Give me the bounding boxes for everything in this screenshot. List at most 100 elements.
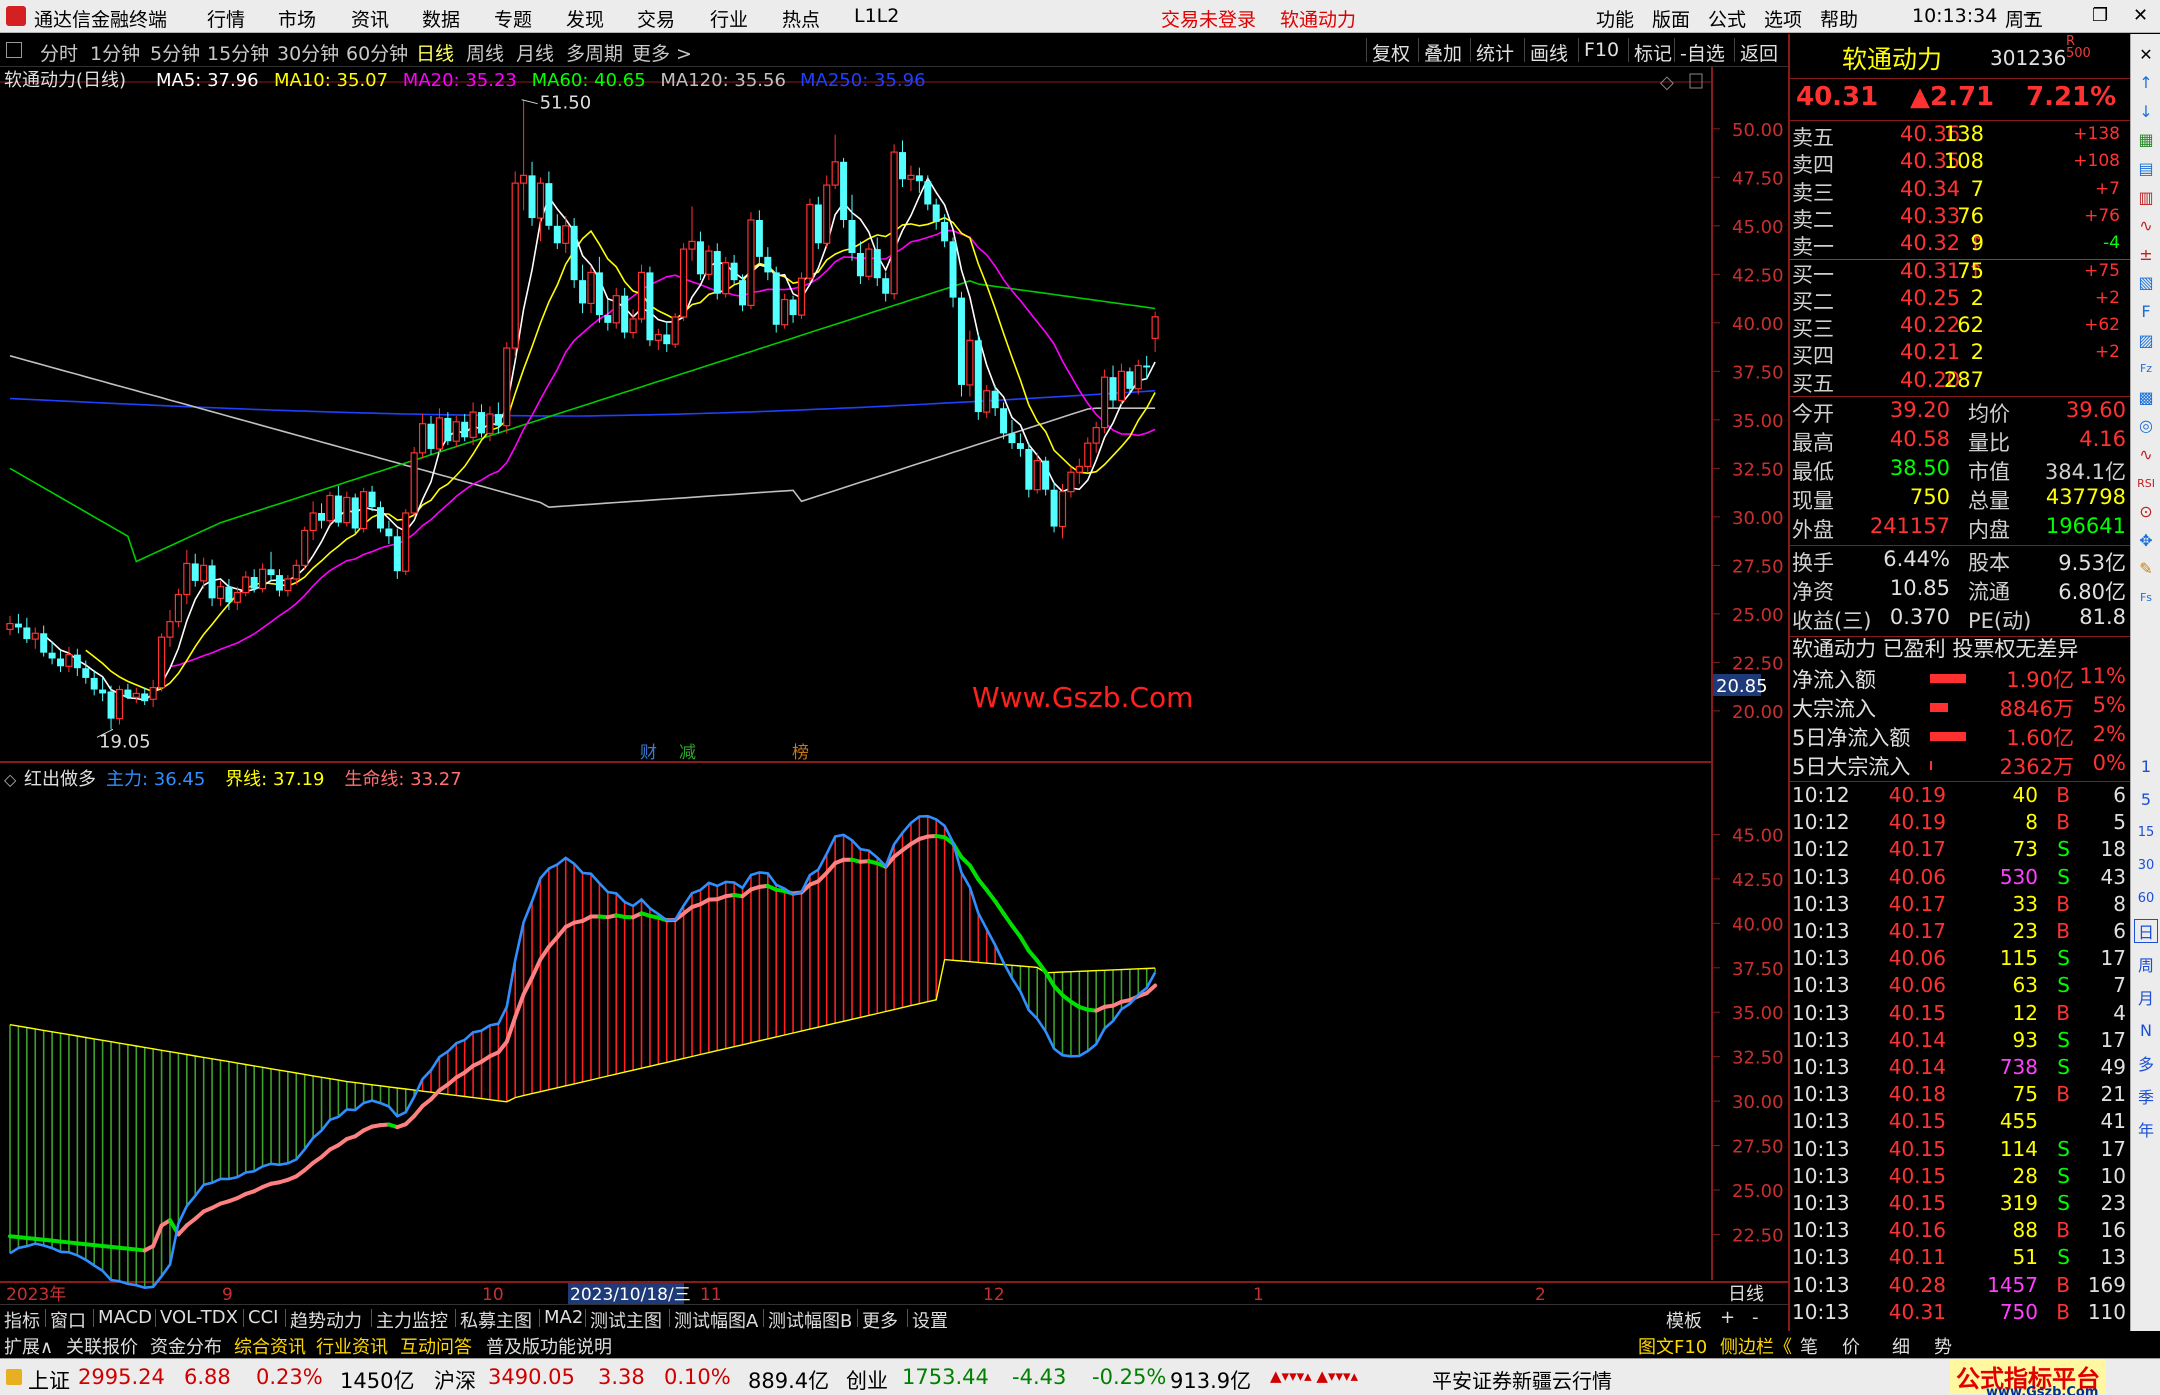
ma20-line <box>169 229 1156 668</box>
info-tabs: 扩展∧ 关联报价 资金分布 综合资讯 行业资讯 互动问答 普及版功能说明 图文F10 侧边栏《笔… <box>0 1331 2160 1359</box>
tab-11[interactable]: 测试幅图B <box>768 1307 852 1333</box>
close-icon[interactable]: ✕ <box>2133 5 2148 26</box>
tab-7[interactable]: 私募主图 <box>460 1307 532 1333</box>
tab-10[interactable]: 测试幅图A <box>674 1307 758 1333</box>
index-name-1[interactable]: 沪深 <box>434 1365 476 1395</box>
side-tool-9-icon[interactable]: F <box>2134 299 2158 323</box>
info-tab-right-3[interactable]: 价 <box>1842 1333 1860 1359</box>
tick-vol-3: 530 <box>1999 864 2038 889</box>
tab-13[interactable]: 设置 <box>912 1307 948 1333</box>
side-tool-19-icon[interactable]: Fs <box>2134 585 2158 609</box>
tab-0[interactable]: 指标 <box>4 1307 40 1333</box>
info-tab-5[interactable]: 互动问答 <box>400 1333 472 1359</box>
side-tool-2-icon[interactable]: ↓ <box>2134 99 2158 123</box>
info-tab-right-4[interactable]: 细 <box>1892 1333 1910 1359</box>
tab-9[interactable]: 测试主图 <box>590 1307 662 1333</box>
index-amt-1: 889.4亿 <box>748 1369 830 1393</box>
trading-terminal: 通达信金融终端 行情 市场 资讯 数据 专题 发现 交易 行业 热点 L1L2 交易未登录 软通动… <box>0 0 2160 1395</box>
tab-12[interactable]: 更多 <box>862 1307 898 1333</box>
side-period-11[interactable]: 年 <box>2134 1117 2158 1141</box>
right-menu-4[interactable]: 帮助 <box>1820 5 1858 32</box>
chart-area[interactable]: 50.00 47.50 45.00 42.50 40.00 37.50 35.00 32.50… <box>0 0 1788 1304</box>
side-tool-8-icon[interactable]: ▧ <box>2134 271 2158 295</box>
tick-vol-1: 8 <box>2025 810 2038 835</box>
tab-right-2[interactable]: - <box>1752 1307 1759 1328</box>
book-delta-7: +62 <box>2084 315 2120 336</box>
candle-up <box>452 421 460 442</box>
tick-price-19: 40.31 <box>1888 1299 1946 1324</box>
side-tool-0-icon[interactable]: ✕ <box>2134 42 2158 66</box>
candle-down <box>553 225 561 244</box>
side-tool-12-icon[interactable]: ▩ <box>2134 385 2158 409</box>
side-tool-6-icon[interactable]: ∿ <box>2134 214 2158 238</box>
side-period-1[interactable]: 5 <box>2134 787 2158 811</box>
info-tab-4[interactable]: 行业资讯 <box>316 1333 388 1359</box>
side-tool-15-icon[interactable]: RSI <box>2134 471 2158 495</box>
candle-up <box>259 568 267 590</box>
side-tool-13-icon[interactable]: ◎ <box>2134 414 2158 438</box>
tab-right-1[interactable]: + <box>1720 1307 1735 1328</box>
side-period-5[interactable]: 日 <box>2134 919 2158 943</box>
tab-5[interactable]: 趋势动力 <box>290 1307 362 1333</box>
side-tool-10-icon[interactable]: ▨ <box>2134 328 2158 352</box>
side-period-7[interactable]: 月 <box>2134 985 2158 1009</box>
side-tool-16-icon[interactable]: ⊙ <box>2134 500 2158 524</box>
side-period-2[interactable]: 15 <box>2134 820 2158 844</box>
side-period-8[interactable]: N <box>2134 1018 2158 1042</box>
candle-down <box>351 497 359 529</box>
minimize-icon[interactable]: ─ <box>2024 5 2035 26</box>
side-period-10[interactable]: 季 <box>2134 1084 2158 1108</box>
stat2-label-b-2: PE(动) <box>1968 609 2032 633</box>
info-tab-0[interactable]: 扩展∧ <box>4 1333 53 1359</box>
side-period-6[interactable]: 周 <box>2134 952 2158 976</box>
tab-4[interactable]: CCI <box>248 1307 278 1328</box>
candle-up <box>587 271 595 305</box>
info-tab-1[interactable]: 关联报价 <box>66 1333 138 1359</box>
flow-bar-3 <box>1930 761 1932 770</box>
info-tab-right-5[interactable]: 势 <box>1934 1333 1952 1359</box>
info-tab-2[interactable]: 资金分布 <box>150 1333 222 1359</box>
info-tab-right-2[interactable]: 笔 <box>1800 1333 1818 1359</box>
info-tab-right-0[interactable]: 图文F10 <box>1638 1333 1707 1359</box>
side-tool-18-icon[interactable]: ✎ <box>2134 557 2158 581</box>
server-name: 平安证券新疆云行情 <box>1432 1369 1612 1393</box>
side-tool-3-icon[interactable]: ▦ <box>2134 128 2158 152</box>
sub-y-tick-label: 45.00 <box>1732 825 1784 846</box>
tab-6[interactable]: 主力监控 <box>376 1307 448 1333</box>
side-period-0[interactable]: 1 <box>2134 754 2158 778</box>
side-tool-7-icon[interactable]: ± <box>2134 242 2158 266</box>
side-period-4[interactable]: 60 <box>2134 886 2158 910</box>
tab-right-0[interactable]: 模板 <box>1666 1307 1702 1333</box>
info-tab-3[interactable]: 综合资讯 <box>234 1333 306 1359</box>
watermark: Www.Gszb.Com <box>972 681 1193 714</box>
side-tool-5-icon[interactable]: ▥ <box>2134 185 2158 209</box>
maximize-icon[interactable]: ❐ <box>2092 5 2108 26</box>
side-tool-17-icon[interactable]: ✥ <box>2134 528 2158 552</box>
side-tool-11-icon[interactable]: Fz <box>2134 357 2158 381</box>
sub-y-tick-label: 27.50 <box>1732 1137 1784 1158</box>
market-icon[interactable] <box>6 1369 22 1385</box>
ma-label-0: MA5: 37.96 <box>156 70 259 91</box>
stat2-val-a-2: 0.370 <box>1889 605 1950 629</box>
candle-up <box>562 225 570 244</box>
side-period-3[interactable]: 30 <box>2134 853 2158 877</box>
index-name-2[interactable]: 创业 <box>846 1365 888 1395</box>
side-tool-14-icon[interactable]: ∿ <box>2134 442 2158 466</box>
info-tab-6[interactable]: 普及版功能说明 <box>486 1333 612 1359</box>
candle-down <box>899 152 907 180</box>
tick-vol-15: 319 <box>1999 1191 2038 1215</box>
tick-count-4: 8 <box>2113 891 2126 916</box>
tab-1[interactable]: 窗口 <box>50 1307 86 1333</box>
info-tab-right-1[interactable]: 侧边栏《 <box>1720 1333 1792 1359</box>
tab-8[interactable]: MA2 <box>544 1307 583 1328</box>
chart-expand-icon[interactable] <box>1689 73 1703 89</box>
side-period-9[interactable]: 多 <box>2134 1051 2158 1075</box>
stat1-label-b-1: 量比 <box>1968 431 2010 455</box>
side-tool-4-icon[interactable]: ▤ <box>2134 156 2158 180</box>
index-name-0[interactable]: 上证 <box>28 1365 70 1395</box>
candle-down <box>579 280 587 304</box>
side-tool-1-icon[interactable]: ↑ <box>2134 71 2158 95</box>
tab-2[interactable]: MACD <box>98 1307 152 1328</box>
book-vol-5: 75 <box>1957 258 1984 283</box>
tab-3[interactable]: VOL-TDX <box>160 1307 238 1328</box>
